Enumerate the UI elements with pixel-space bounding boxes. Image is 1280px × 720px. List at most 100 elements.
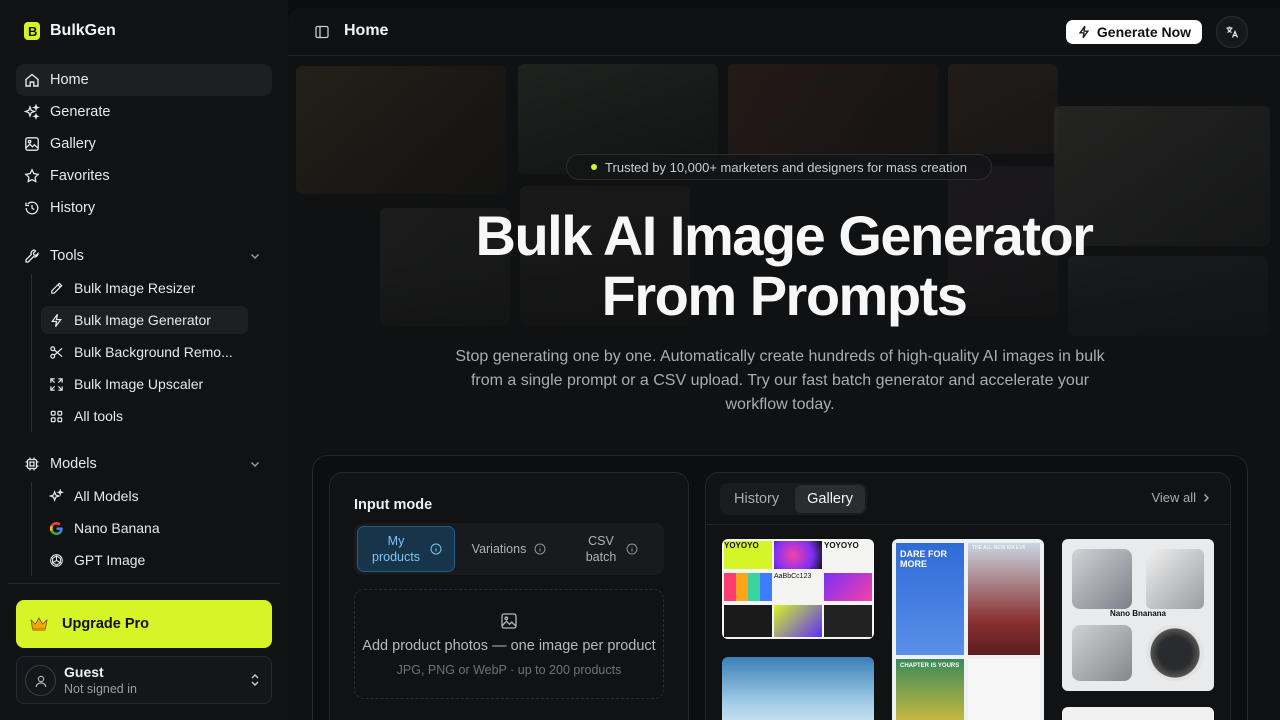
tool-bulk-background-remover[interactable]: Bulk Background Remo... <box>41 338 248 366</box>
tool-bulk-image-upscaler[interactable]: Bulk Image Upscaler <box>41 370 248 398</box>
gallery-image[interactable] <box>1062 707 1214 720</box>
gallery-image[interactable]: Nano Bnanana <box>1062 539 1214 691</box>
user-name: Guest <box>64 664 104 680</box>
expand-icon <box>50 377 63 391</box>
mode-variations[interactable]: Variations <box>460 526 558 572</box>
models-tree-line <box>31 482 32 576</box>
model-label: Nano Banana <box>74 520 160 536</box>
mode-label: CSV batch <box>585 534 617 564</box>
nav-item-home[interactable]: Home <box>16 64 272 96</box>
type-sample: AaBbCc123 <box>774 573 812 580</box>
grid-icon <box>50 410 63 422</box>
dropzone-hint: JPG, PNG or WebP · up to 200 products <box>396 663 622 677</box>
language-button[interactable] <box>1216 16 1248 48</box>
home-icon <box>25 73 39 87</box>
sidebar-toggle-icon[interactable] <box>314 24 330 40</box>
mode-label: My products <box>372 534 420 564</box>
tool-label: Bulk Image Generator <box>74 312 211 328</box>
chevron-down-icon <box>251 254 259 259</box>
nav-label: Gallery <box>50 136 96 152</box>
ad-headline: DARE FOR MORE <box>900 549 947 569</box>
view-all-link[interactable]: View all <box>1151 490 1212 505</box>
info-icon <box>626 543 638 555</box>
tool-label: Bulk Image Upscaler <box>74 376 204 392</box>
swatch <box>774 541 822 569</box>
workspace: Input mode My products Variations CSV ba… <box>312 455 1248 720</box>
nav-item-gallery[interactable]: Gallery <box>16 128 272 160</box>
tools-section-label: Tools <box>50 248 84 264</box>
product-photo-dropzone[interactable]: Add product photos — one image per produ… <box>354 589 664 699</box>
mode-my-products[interactable]: My products <box>357 526 455 572</box>
swatch <box>774 605 822 637</box>
generate-now-button[interactable]: Generate Now <box>1066 20 1202 44</box>
product-label: Nano Bnanana <box>1109 609 1166 618</box>
tool-bulk-image-generator[interactable]: Bulk Image Generator <box>41 306 248 334</box>
model-gpt-image[interactable]: GPT Image <box>41 546 248 574</box>
image-icon <box>25 137 39 151</box>
nav-item-generate[interactable]: Generate <box>16 96 272 128</box>
product-shot <box>1146 625 1204 681</box>
user-icon <box>34 675 47 687</box>
swatch <box>824 573 872 601</box>
swatch <box>724 573 772 601</box>
chip-icon <box>25 457 39 471</box>
main-content: Home Generate Now Trusted by 10,000+ mar… <box>288 8 1280 720</box>
tools-tree-line <box>31 274 32 432</box>
tool-bulk-image-resizer[interactable]: Bulk Image Resizer <box>41 274 248 302</box>
sparkles-icon <box>24 104 40 120</box>
gallery-panel: History Gallery View all YOYOYO YOYOYO A… <box>705 472 1231 720</box>
upgrade-label: Upgrade Pro <box>62 616 150 632</box>
user-menu[interactable]: Guest Not signed in <box>16 656 272 704</box>
mode-label: Variations <box>471 542 527 556</box>
gallery-tabs: History Gallery <box>720 483 868 515</box>
info-icon <box>534 543 546 555</box>
avatar <box>25 665 56 696</box>
history-icon <box>25 201 39 215</box>
gallery-image[interactable]: YOYOYO YOYOYO AaBbCc123 <box>722 539 874 639</box>
gallery-image[interactable]: DARE FOR MORE THE ALL-NEW KIA EV6 CHAPTE… <box>892 539 1044 720</box>
nav-item-favorites[interactable]: Favorites <box>16 160 272 192</box>
hero-subtitle: Stop generating one by one. Automaticall… <box>455 348 1105 413</box>
trust-badge-text: Trusted by 10,000+ marketers and designe… <box>605 159 967 175</box>
translate-icon <box>1226 26 1239 38</box>
view-all-label: View all <box>1151 490 1196 505</box>
generate-now-label: Generate Now <box>1096 24 1192 40</box>
brand-book-label: YOYOYO <box>724 541 759 550</box>
bolt-icon <box>1078 25 1090 39</box>
brand-name: BulkGen <box>50 22 116 39</box>
mode-csv-batch[interactable]: CSV batch <box>562 526 660 572</box>
product-shot <box>1146 549 1204 609</box>
brand-book-label: YOYOYO <box>824 541 859 550</box>
page-title: Home <box>344 22 389 39</box>
scissors-icon <box>50 345 63 359</box>
sidebar-divider <box>8 583 280 584</box>
chevrons-up-down-icon <box>251 674 259 686</box>
svg-text:B: B <box>28 24 37 39</box>
tab-gallery[interactable]: Gallery <box>795 485 866 513</box>
tools-section-toggle[interactable]: Tools <box>16 240 272 272</box>
status-dot <box>591 164 598 170</box>
gallery-image[interactable] <box>722 657 874 720</box>
ad-chapter: CHAPTER IS YOURS <box>900 663 960 669</box>
chevron-down-icon <box>251 462 259 467</box>
tab-history[interactable]: History <box>722 485 791 513</box>
sparkles-icon <box>49 488 64 502</box>
product-shot <box>1072 625 1132 681</box>
crown-icon <box>30 617 48 631</box>
topbar: Home Generate Now <box>288 8 1280 56</box>
upgrade-pro-button[interactable]: Upgrade Pro <box>16 600 272 648</box>
models-section-toggle[interactable]: Models <box>16 448 272 480</box>
hero-title-line: From Prompts <box>601 264 968 327</box>
star-icon <box>24 168 40 183</box>
chevron-right-icon <box>1204 493 1209 502</box>
brand[interactable]: B BulkGen <box>24 22 116 40</box>
tool-label: Bulk Background Remo... <box>74 344 233 360</box>
model-nano-banana[interactable]: Nano Banana <box>41 514 248 542</box>
swatch <box>824 605 872 637</box>
nav-item-history[interactable]: History <box>16 192 272 224</box>
tool-all-tools[interactable]: All tools <box>41 402 248 430</box>
bolt-icon <box>51 313 62 327</box>
trust-badge: Trusted by 10,000+ marketers and designe… <box>566 154 992 180</box>
model-all-models[interactable]: All Models <box>41 482 248 510</box>
nav-label: Favorites <box>50 168 110 184</box>
